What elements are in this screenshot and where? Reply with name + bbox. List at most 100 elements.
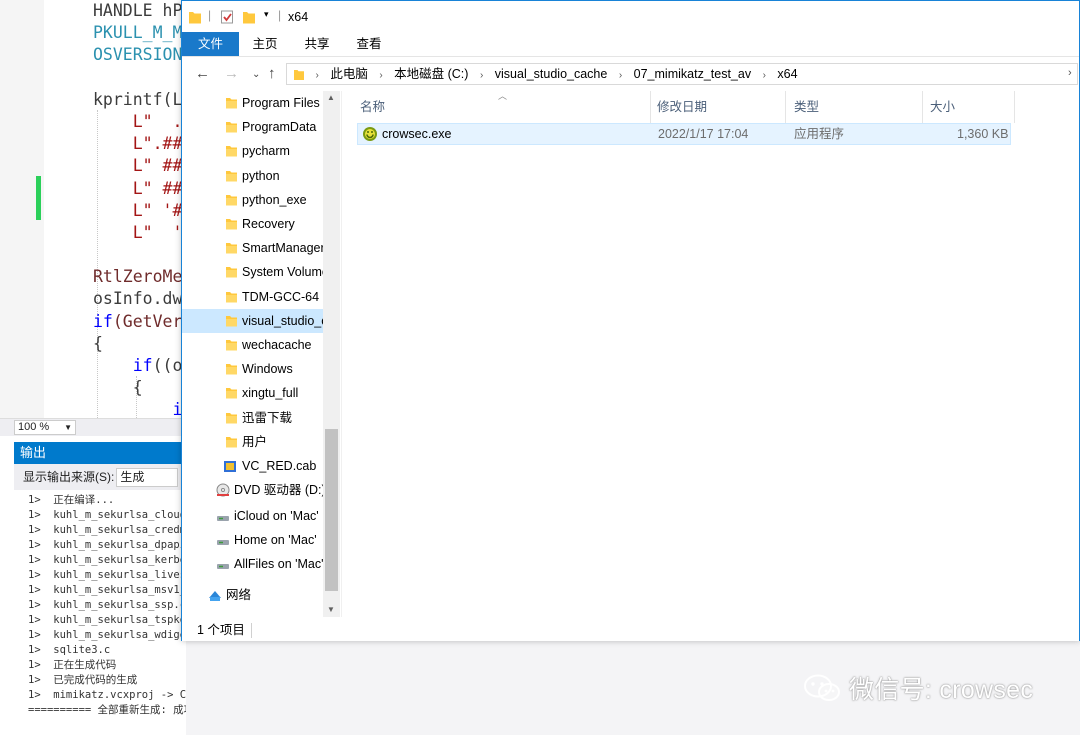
code-token: kprintf(L: [93, 89, 183, 109]
cab-icon: [224, 461, 236, 472]
folder-icon: [226, 364, 237, 375]
item-count: 1 个项目: [197, 623, 245, 637]
new-folder-icon[interactable]: [242, 9, 256, 25]
breadcrumb-chevron-icon[interactable]: ›: [477, 66, 486, 84]
nav-item-vc-red-cab[interactable]: VC_RED.cab: [182, 454, 324, 478]
code-line: osInfo.dw: [93, 288, 185, 310]
customize-toolbar-icon[interactable]: ▾: [264, 9, 269, 25]
nav-item-python[interactable]: python: [182, 164, 324, 188]
column-header-modified[interactable]: 修改日期: [657, 96, 707, 118]
breadcrumb-mimikatz-test[interactable]: 07_mimikatz_test_av: [629, 64, 756, 84]
code-token: OSVERSION: [93, 45, 183, 65]
nav-item-label: AllFiles on 'Mac': [234, 557, 324, 572]
code-line: HANDLE hP: [93, 0, 185, 22]
nav-item-smartmanager[interactable]: SmartManager: [182, 236, 324, 260]
nav-item-label: VC_RED.cab: [242, 459, 317, 473]
folder-icon: [226, 194, 237, 206]
nav-item-label: 用户: [242, 434, 268, 449]
properties-icon[interactable]: [220, 9, 235, 25]
tab-home[interactable]: 主页: [244, 32, 286, 56]
folder-icon: [226, 291, 237, 303]
forward-arrow-icon[interactable]: →: [224, 65, 239, 82]
nav-item-网络[interactable]: 网络: [182, 583, 324, 607]
address-bar[interactable]: › 此电脑 › 本地磁盘 (C:) › visual_studio_cache …: [286, 63, 1078, 85]
nav-item-dvd-驱动器-d[interactable]: DVD 驱动器 (D:): [182, 478, 324, 502]
nav-item-label: pycharm: [242, 144, 290, 159]
window-title: x64: [288, 10, 309, 24]
nav-item-用户[interactable]: 用户: [182, 430, 324, 454]
nav-item-icloud-on-mac[interactable]: iCloud on 'Mac': [182, 504, 324, 528]
nav-item-label: python: [242, 168, 280, 183]
nav-item-pycharm[interactable]: pycharm: [182, 139, 324, 163]
breadcrumb-visual-studio-cache[interactable]: visual_studio_cache: [490, 64, 613, 84]
nav-item-label: xingtu_full: [242, 386, 299, 401]
folder-icon: [226, 170, 237, 182]
folder-icon: [226, 267, 237, 278]
folder-icon: [226, 315, 237, 327]
tab-share[interactable]: 共享: [296, 32, 338, 56]
zoom-value: 100 %: [18, 421, 50, 433]
zoom-selector[interactable]: 100 % ▼: [14, 420, 76, 435]
navigation-scrollbar[interactable]: ▲ ▼: [323, 91, 340, 617]
column-header-name[interactable]: 名称: [360, 96, 385, 118]
recent-locations-icon[interactable]: ⌄: [252, 69, 260, 80]
column-header-type[interactable]: 类型: [794, 96, 819, 118]
nav-item-tdm-gcc-64[interactable]: TDM-GCC-64: [182, 285, 324, 309]
code-line: L" .#: [93, 111, 185, 133]
column-divider[interactable]: [785, 91, 786, 123]
breadcrumb-chevron-icon[interactable]: ›: [312, 66, 321, 84]
breadcrumb-local-disk[interactable]: 本地磁盘 (C:): [389, 64, 473, 84]
breadcrumb-this-pc[interactable]: 此电脑: [325, 64, 373, 84]
file-name[interactable]: crowsec.exe: [382, 124, 451, 144]
breadcrumb-chevron-icon[interactable]: ›: [760, 66, 769, 84]
nav-item-allfiles-on-mac[interactable]: AllFiles on 'Mac': [182, 552, 324, 576]
nav-item-program-files[interactable]: Program Files: [182, 91, 324, 115]
code-token: L" .#: [93, 111, 185, 131]
code-lines: HANDLE hP PKULL_M_M OSVERSION kprintf(L L" …: [93, 0, 185, 418]
net-icon: [217, 540, 229, 546]
nav-item-recovery[interactable]: Recovery: [182, 212, 324, 236]
address-scroll-right-icon[interactable]: ›: [1068, 67, 1072, 79]
folder-icon: [226, 436, 237, 448]
code-token: L" ##: [93, 178, 183, 198]
nav-item-wechacache[interactable]: wechacache: [182, 333, 324, 357]
output-source-dropdown[interactable]: 生成: [116, 468, 179, 488]
breadcrumb-x64[interactable]: x64: [772, 64, 802, 84]
toolbar-separator: |: [278, 8, 282, 22]
file-list[interactable]: ︿ 名称 修改日期 类型 大小 crowsec.exe 2022/1/17 17…: [342, 91, 1079, 617]
nav-item-label: 网络: [226, 588, 252, 602]
breadcrumb-chevron-icon[interactable]: ›: [376, 66, 385, 84]
title-bar: | ▾ | x64: [182, 1, 1079, 32]
folder-icon[interactable]: [188, 9, 202, 25]
code-line: if(GetVer: [93, 311, 185, 333]
nav-item-windows[interactable]: Windows: [182, 357, 324, 381]
nav-item-visual-studio-cache[interactable]: visual_studio_cache: [182, 308, 324, 333]
status-bar: 1 个项目: [182, 617, 1079, 641]
nav-item-label: python_exe: [242, 192, 307, 207]
change-marker: [36, 176, 41, 220]
breadcrumb-chevron-icon[interactable]: ›: [616, 66, 625, 84]
navigation-pane[interactable]: Program Files ProgramData pycharm python pyt…: [182, 91, 342, 617]
nav-item-迅雷下载[interactable]: 迅雷下载: [182, 406, 324, 430]
nav-item-xingtu-full[interactable]: xingtu_full: [182, 381, 324, 405]
tab-view[interactable]: 查看: [348, 32, 390, 56]
file-row[interactable]: crowsec.exe 2022/1/17 17:04 应用程序 1,360 K…: [357, 123, 1011, 145]
nav-item-python-exe[interactable]: python_exe: [182, 188, 324, 212]
scroll-down-icon[interactable]: ▼: [327, 605, 335, 614]
up-arrow-icon[interactable]: ↑: [268, 65, 276, 82]
code-line: OSVERSION: [93, 44, 185, 66]
nav-item-programdata[interactable]: ProgramData: [182, 115, 324, 139]
back-arrow-icon[interactable]: ←: [195, 65, 210, 82]
code-editor[interactable]: HANDLE hP PKULL_M_M OSVERSION kprintf(L L" …: [0, 0, 185, 418]
column-divider[interactable]: [650, 91, 651, 123]
column-divider[interactable]: [1014, 91, 1015, 123]
net-icon: [217, 564, 229, 570]
column-header-size[interactable]: 大小: [930, 96, 955, 118]
scroll-up-icon[interactable]: ▲: [327, 93, 335, 102]
nav-item-home-on-mac[interactable]: Home on 'Mac': [182, 528, 324, 552]
tab-file[interactable]: 文件: [182, 32, 239, 56]
dvd-icon: [216, 483, 230, 497]
nav-item-system-volume[interactable]: System Volume: [182, 260, 324, 284]
column-divider[interactable]: [922, 91, 923, 123]
scrollbar-thumb[interactable]: [325, 429, 338, 591]
